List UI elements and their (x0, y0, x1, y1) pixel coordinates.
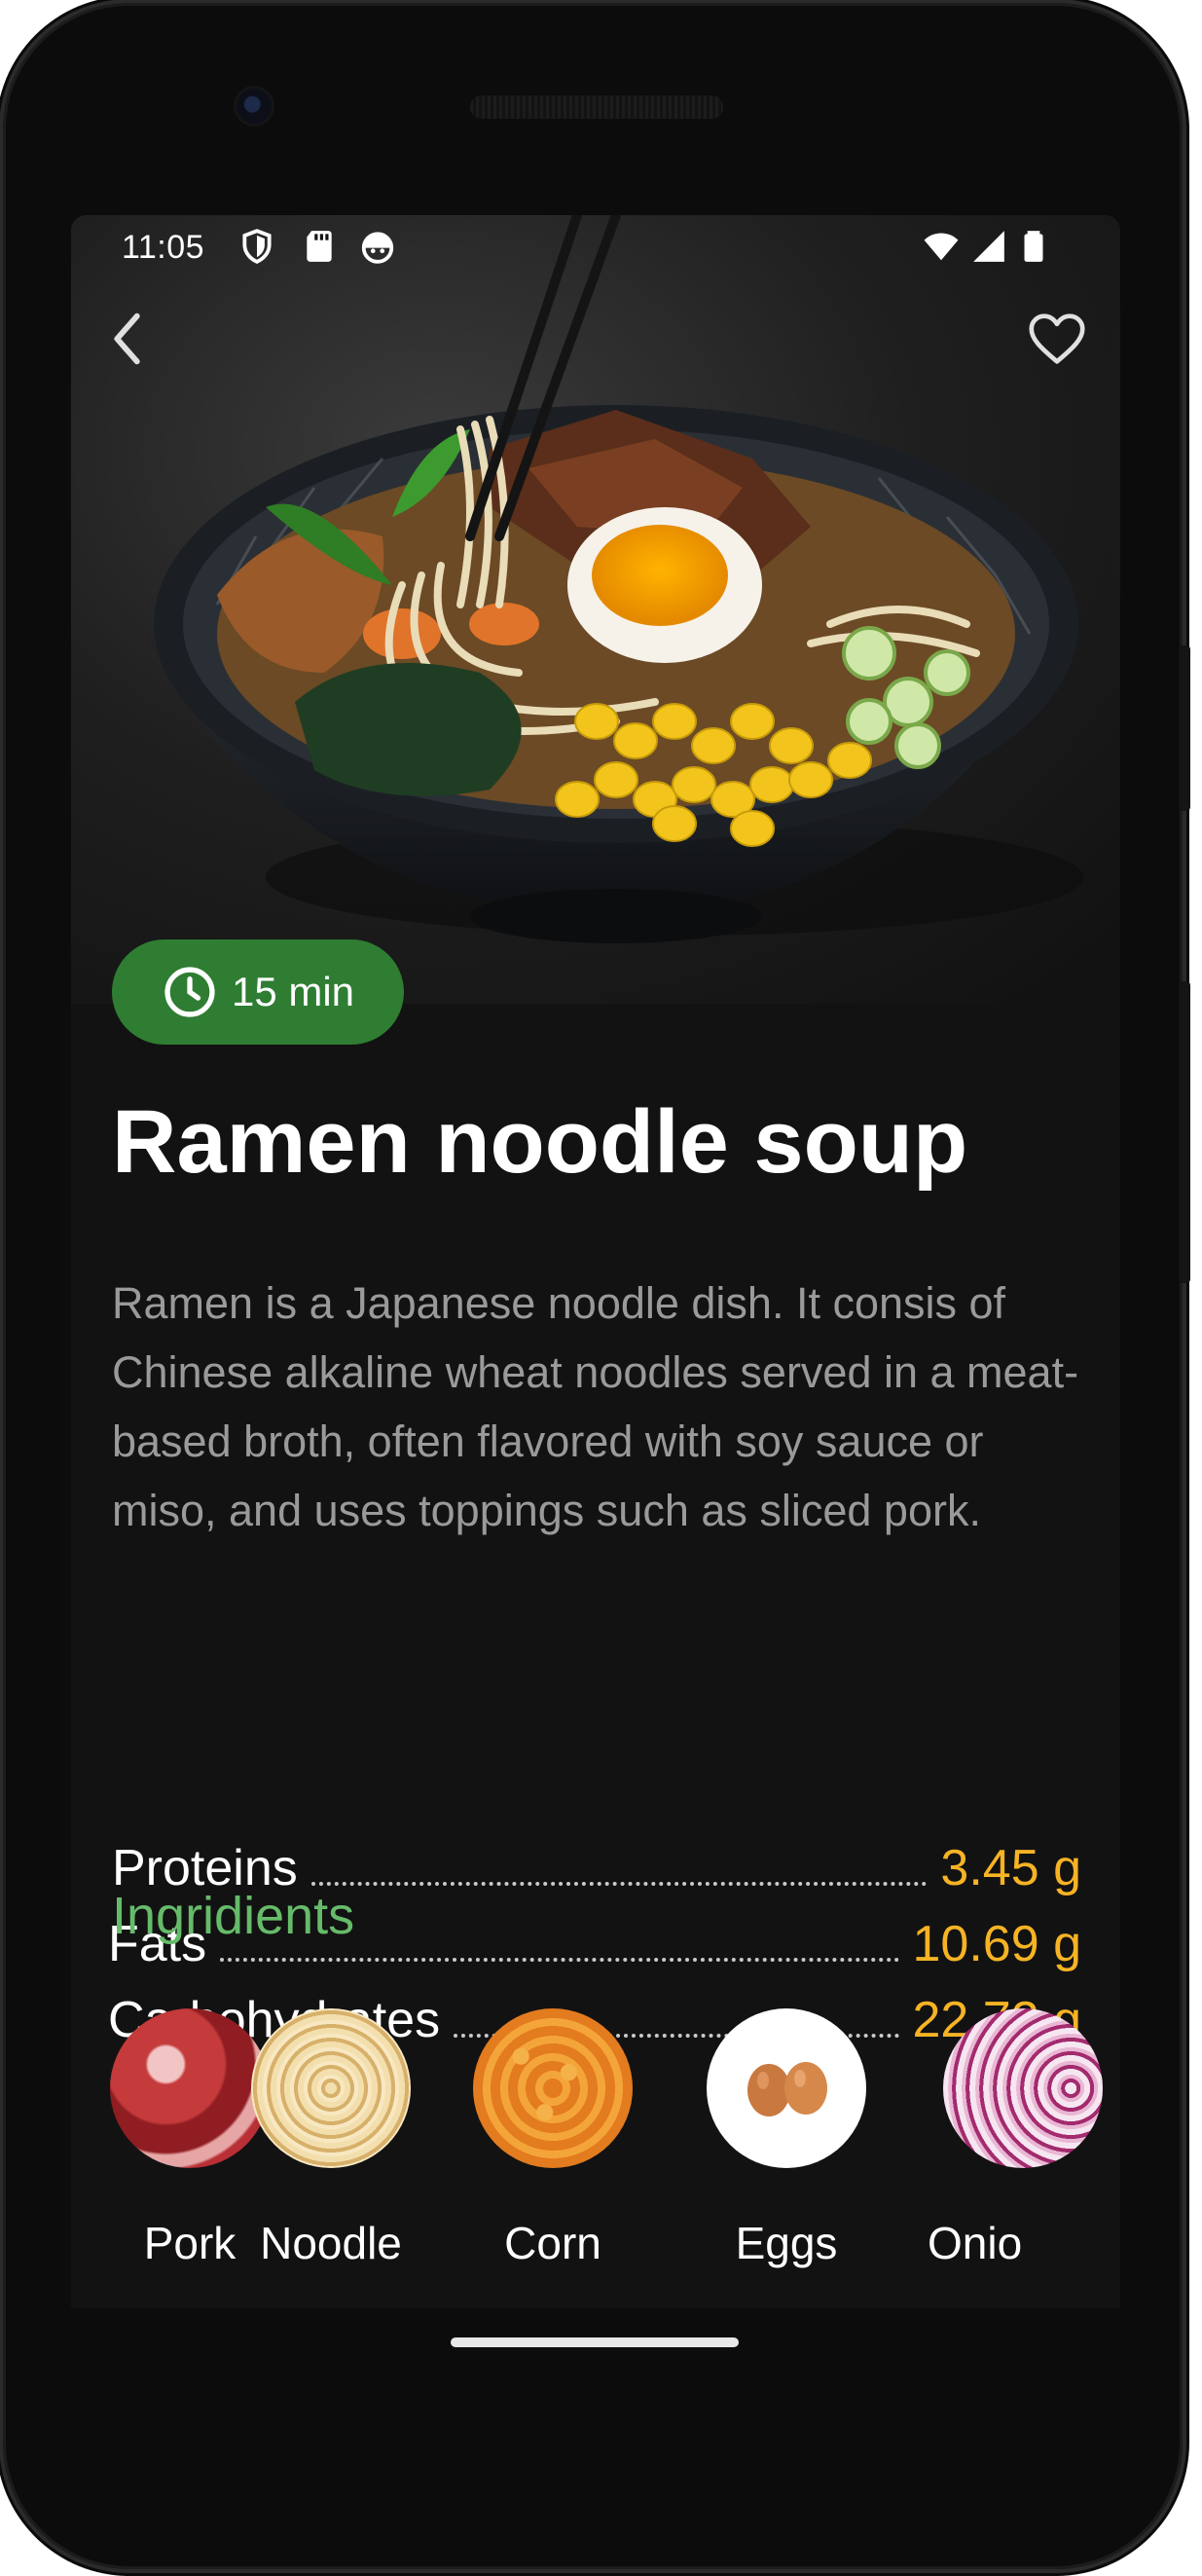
dotted-leader (220, 1957, 899, 1962)
noodle-image (251, 2008, 411, 2168)
battery-icon (1024, 231, 1043, 262)
ingredients-heading: Ingridients (112, 1887, 355, 1945)
volume-button (1179, 981, 1190, 1283)
ingredient-name: Corn (504, 2218, 601, 2268)
hero-image (71, 215, 1120, 1004)
cook-time-label: 15 min (231, 969, 355, 1014)
corn-image (473, 2008, 633, 2168)
front-camera (237, 89, 272, 124)
recipe-description: Ramen is a Japanese noodle dish. It cons… (112, 1278, 1079, 1535)
home-indicator[interactable] (451, 2337, 739, 2347)
wifi-icon (924, 233, 959, 261)
ramen-bowl-photo (71, 215, 1120, 1004)
eggs-image (707, 2008, 866, 2168)
onion-image (943, 2008, 1103, 2168)
earpiece-speaker (470, 95, 723, 119)
cook-time-badge: 15 min (112, 939, 404, 1045)
signal-icon (973, 231, 1004, 262)
phone-frame: 11:05 15 min Ramen noodle soup Ramen is … (3, 3, 1190, 2569)
nutrition-value: 3.45 g (940, 1840, 1081, 1896)
heart-outline-icon (1029, 313, 1085, 364)
shield-icon (242, 229, 272, 264)
ingredient-item-onion[interactable]: Onio (928, 2008, 1120, 2269)
power-button (1179, 645, 1190, 811)
ingredient-item-corn[interactable]: Corn (451, 2008, 655, 2269)
nutrition-value: 10.69 g (912, 1916, 1082, 1972)
ingredient-name: Eggs (735, 2218, 838, 2268)
ingredient-item-noodle[interactable]: Noodle (222, 2008, 440, 2269)
chevron-left-icon (114, 313, 140, 365)
status-time: 11:05 (122, 229, 205, 266)
android-face-icon (361, 232, 394, 264)
clock-icon (164, 967, 215, 1017)
ingredient-item-eggs[interactable]: Eggs (684, 2008, 889, 2269)
ingredient-name: Onio (928, 2218, 1023, 2268)
dotted-leader (310, 1881, 928, 1886)
sd-card-icon (307, 231, 332, 262)
ingredient-name: Noodle (260, 2218, 402, 2268)
back-button[interactable] (94, 305, 163, 373)
favorite-button[interactable] (1023, 305, 1091, 373)
status-bar: 11:05 (71, 215, 1120, 279)
eggs-graphic (747, 2062, 827, 2116)
app-screen: 11:05 15 min Ramen noodle soup Ramen is … (71, 215, 1120, 2308)
recipe-title: Ramen noodle soup (112, 1092, 968, 1192)
